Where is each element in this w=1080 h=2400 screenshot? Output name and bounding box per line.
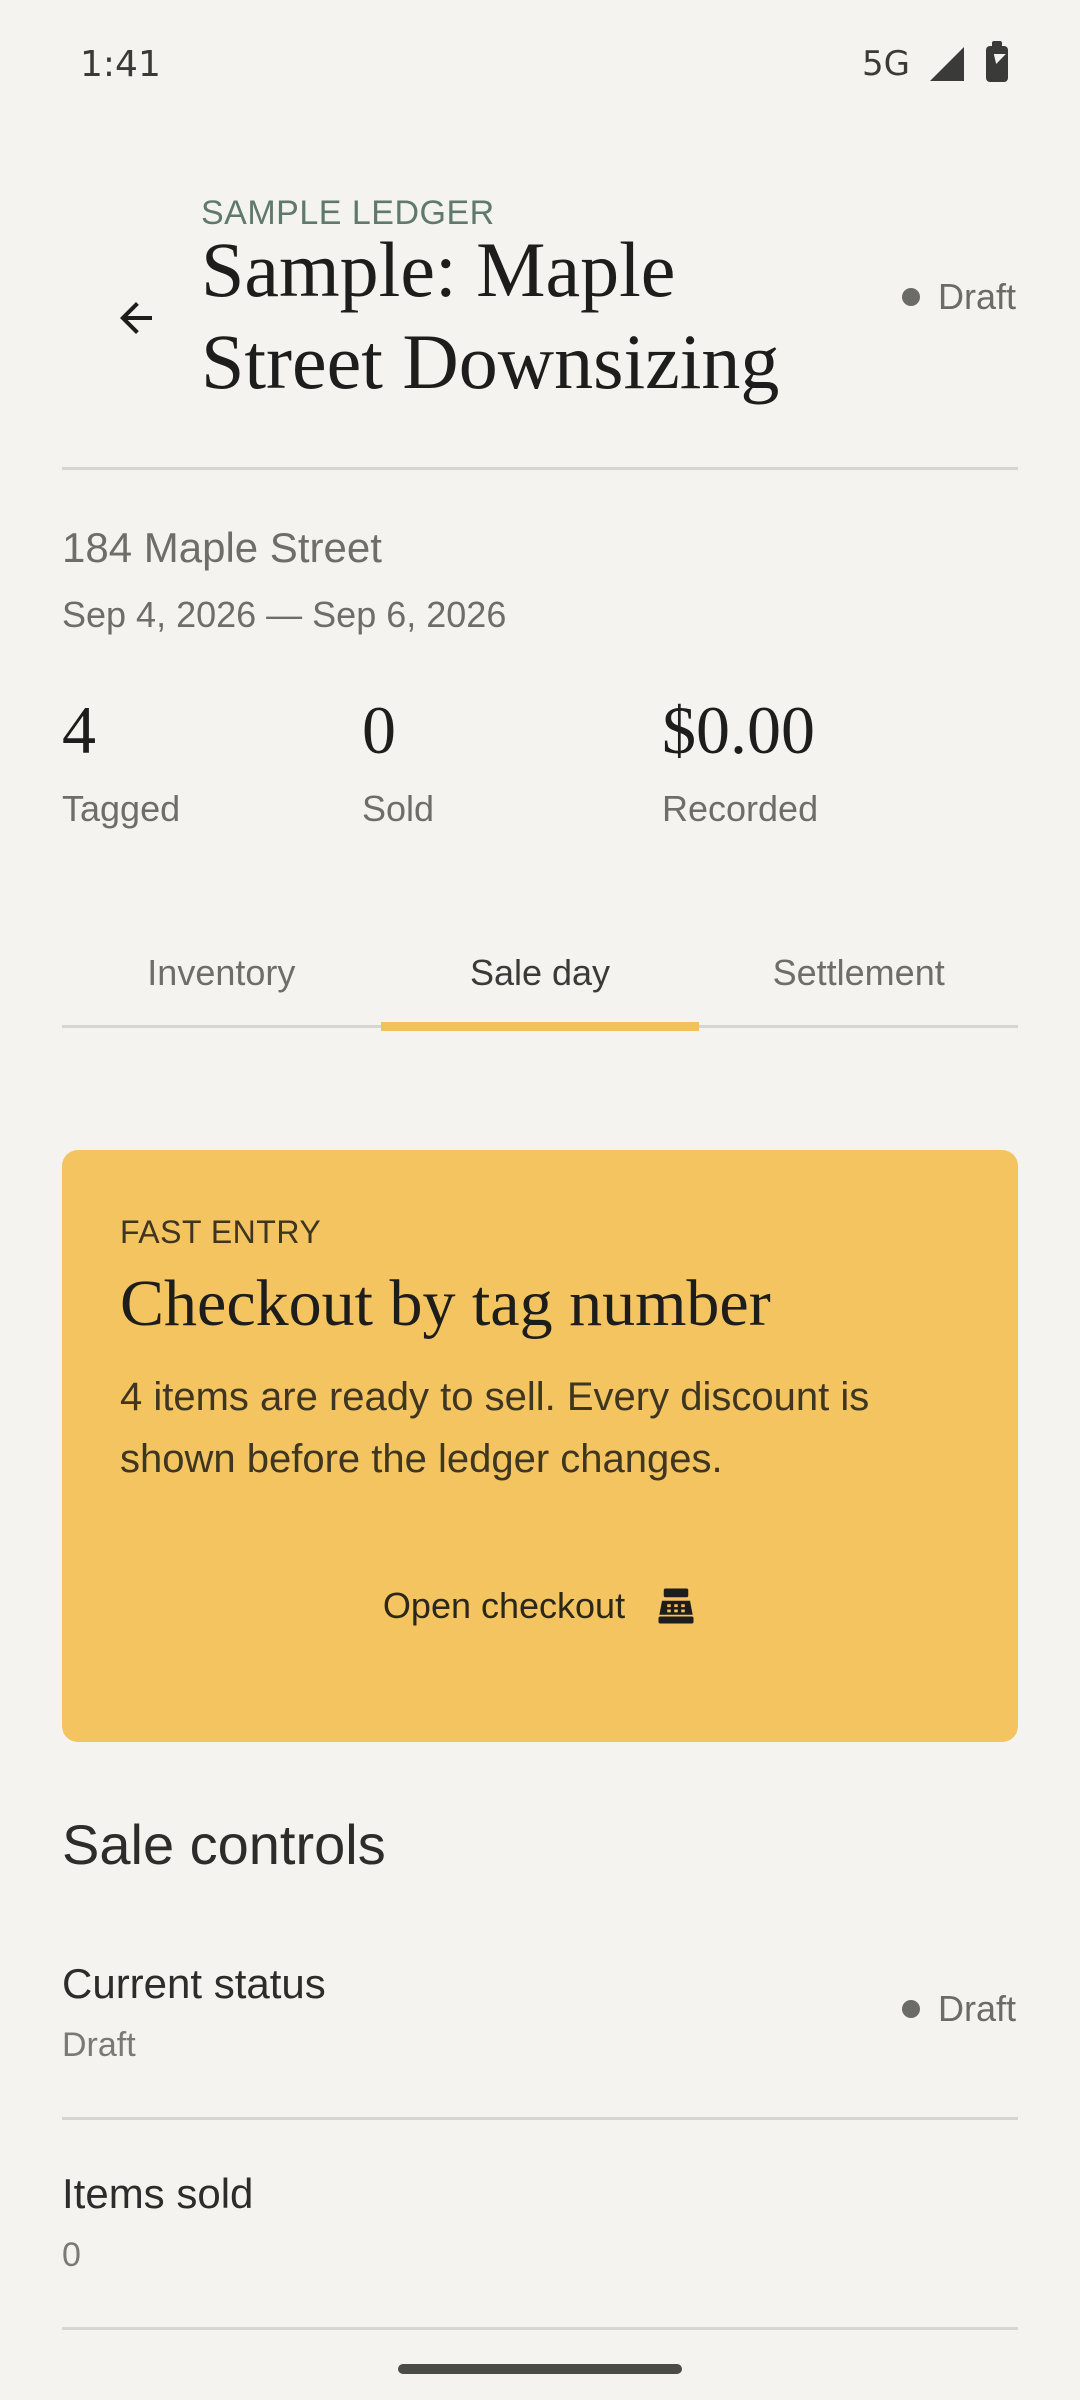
status-time: 1:41 (80, 44, 161, 85)
stat-recorded: $0.00 Recorded (662, 690, 818, 830)
status-badge-label: Draft (937, 276, 1016, 317)
control-value: Draft (62, 2026, 136, 2064)
stat-label: Sold (362, 788, 435, 829)
control-label: Current status (62, 1960, 326, 2007)
fast-entry-card: FAST ENTRY Checkout by tag number 4 item… (62, 1150, 1018, 1742)
stat-label: Recorded (662, 788, 819, 829)
control-label: Items sold (62, 2170, 254, 2217)
stat-tagged: 4 Tagged (62, 690, 180, 830)
tab-sale-day[interactable]: Sale day (380, 930, 700, 1031)
sale-address: 184 Maple Street (62, 524, 382, 571)
status-dot-icon (901, 288, 920, 306)
signal-icon (930, 47, 964, 81)
control-row-current-status[interactable]: Current status Draft Draft (62, 1960, 1018, 2120)
status-badge-label: Draft (937, 1988, 1016, 2029)
status-icons: 5G (862, 41, 1008, 84)
status-bar: 1:41 5G (0, 0, 1080, 136)
stat-value: 0 (362, 692, 396, 768)
stat-label: Tagged (62, 788, 181, 829)
cash-register-icon (658, 1588, 694, 1624)
control-row-items-sold[interactable]: Items sold 0 (62, 2170, 1018, 2330)
stat-value: $0.00 (662, 692, 815, 768)
status-dot-icon (901, 2000, 920, 2018)
home-indicator[interactable] (398, 2364, 682, 2374)
ledger-header: SAMPLE LEDGER Sample: Maple Street Downs… (62, 180, 1018, 470)
card-body: 4 items are ready to sell. Every discoun… (120, 1375, 870, 1481)
status-badge: Draft (901, 1988, 1016, 2030)
tab-inventory[interactable]: Inventory (62, 930, 381, 1025)
tab-settlement[interactable]: Settlement (699, 930, 1018, 1025)
battery-charging-icon (986, 41, 1008, 82)
open-checkout-label: Open checkout (382, 1585, 626, 1626)
ledger-tabs: Inventory Sale day Settlement (62, 930, 1018, 1031)
open-checkout-button[interactable]: Open checkout (62, 1566, 1018, 1646)
network-label: 5G (862, 44, 910, 84)
page-title: Sample: Maple Street Downsizing (201, 226, 780, 405)
back-button[interactable] (96, 278, 176, 358)
arrow-left-icon (120, 302, 152, 334)
stat-value: 4 (62, 692, 96, 768)
sale-dates: Sep 4, 2026 — Sep 6, 2026 (62, 594, 507, 635)
card-title: Checkout by tag number (120, 1267, 771, 1340)
sale-controls-title: Sale controls (62, 1813, 386, 1876)
stat-sold: 0 Sold (362, 690, 434, 830)
status-badge: Draft (901, 276, 1016, 318)
card-kicker: FAST ENTRY (120, 1214, 322, 1250)
control-value: 0 (62, 2236, 81, 2274)
